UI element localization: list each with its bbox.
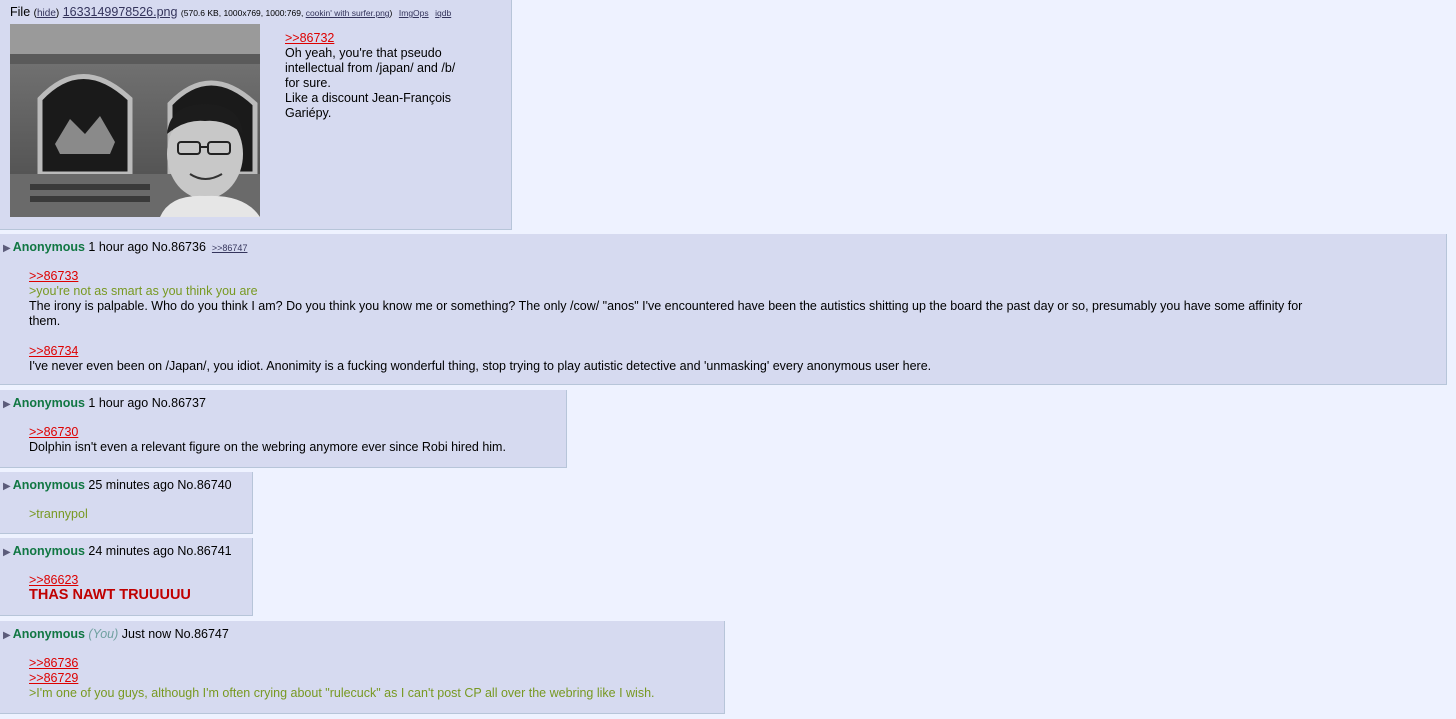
post-number[interactable]: No.86740 bbox=[177, 478, 231, 492]
text-line: Dolphin isn't even a relevant figure on … bbox=[29, 440, 506, 454]
quote-link[interactable]: >>86733 bbox=[29, 269, 1302, 284]
reply-post: ▶ Anonymous 24 minutes ago No.86741 >>866… bbox=[0, 538, 253, 616]
file-meta: (570.6 KB, 1000x769, 1000:769, bbox=[180, 8, 304, 18]
post-menu-arrow-icon[interactable]: ▶ bbox=[3, 547, 11, 558]
greentext-line: >I'm one of you guys, although I'm often… bbox=[29, 686, 655, 700]
post-header: ▶ Anonymous 1 hour ago No.86737 bbox=[3, 396, 206, 410]
post-header: ▶ Anonymous (You) Just now No.86747 bbox=[3, 627, 229, 641]
post-number[interactable]: No.86747 bbox=[175, 627, 229, 641]
greentext-line: >you're not as smart as you think you ar… bbox=[29, 284, 258, 298]
poster-name: Anonymous bbox=[12, 396, 85, 410]
text-line: them. bbox=[29, 314, 61, 328]
quote-link[interactable]: >>86734 bbox=[29, 344, 1302, 359]
text-line: Like a discount Jean-François bbox=[285, 91, 452, 105]
post-body: >>86733 >you're not as smart as you think… bbox=[29, 269, 1302, 374]
file-thumbnail[interactable] bbox=[10, 24, 260, 217]
hide-file-link[interactable]: hide bbox=[37, 8, 56, 19]
reply-post: ▶ Anonymous 1 hour ago No.86736 >>86747 >>… bbox=[0, 234, 1447, 385]
post-body: >>86730 Dolphin isn't even a relevant fig… bbox=[29, 425, 506, 455]
poster-name: Anonymous bbox=[12, 544, 85, 558]
post-header: ▶ Anonymous 25 minutes ago No.86740 bbox=[3, 478, 232, 492]
quote-link[interactable]: >>86729 bbox=[29, 671, 655, 686]
text-line: for sure. bbox=[285, 76, 331, 90]
original-filename-link[interactable]: cookin' with surfer.png bbox=[306, 8, 390, 18]
you-marker: (You) bbox=[88, 627, 119, 641]
post-menu-arrow-icon[interactable]: ▶ bbox=[3, 399, 11, 410]
quote-link[interactable]: >>86736 bbox=[29, 656, 655, 671]
quote-link[interactable]: >>86730 bbox=[29, 425, 506, 440]
thumbnail-image bbox=[10, 24, 260, 217]
poster-name: Anonymous bbox=[12, 627, 85, 641]
post-time: 24 minutes ago bbox=[88, 544, 174, 558]
quote-link[interactable]: >>86623 bbox=[29, 573, 191, 588]
reply-post: ▶ Anonymous 1 hour ago No.86737 >>86730 Do… bbox=[0, 390, 567, 468]
post-time: Just now bbox=[121, 627, 172, 641]
file-label: File bbox=[10, 5, 31, 19]
post-body: >trannypol bbox=[29, 507, 88, 522]
post-menu-arrow-icon[interactable]: ▶ bbox=[3, 630, 11, 641]
post-body: >>86732 Oh yeah, you're that pseudo intell… bbox=[285, 31, 455, 121]
poster-name: Anonymous bbox=[12, 240, 85, 254]
post-header: ▶ Anonymous 24 minutes ago No.86741 bbox=[3, 544, 232, 558]
iqdb-link[interactable]: iqdb bbox=[435, 8, 451, 18]
reply-post: ▶ Anonymous (You) Just now No.86747 >>867… bbox=[0, 621, 725, 714]
text-line: Gariépy. bbox=[285, 106, 332, 120]
post-op: File (hide) 1633149978526.png (570.6 KB,… bbox=[0, 0, 512, 230]
reply-post: ▶ Anonymous 25 minutes ago No.86740 >tran… bbox=[0, 472, 253, 534]
post-body: >>86623 THAS NAWT TRUUUUU bbox=[29, 573, 191, 603]
file-info: File (hide) 1633149978526.png (570.6 KB,… bbox=[10, 5, 452, 19]
post-number[interactable]: No.86737 bbox=[152, 396, 206, 410]
post-time: 25 minutes ago bbox=[88, 478, 174, 492]
text-line: Oh yeah, you're that pseudo bbox=[285, 46, 442, 60]
red-text-line: THAS NAWT TRUUUUU bbox=[29, 587, 191, 603]
text-line: The irony is palpable. Who do you think … bbox=[29, 299, 1303, 313]
post-time: 1 hour ago bbox=[88, 240, 149, 254]
backlink[interactable]: >>86747 bbox=[212, 243, 248, 253]
line-break bbox=[29, 329, 1302, 344]
text-line: intellectual from /japan/ and /b/ bbox=[285, 61, 456, 75]
post-body: >>86736 >>86729 >I'm one of you guys, alth… bbox=[29, 656, 655, 701]
greentext-line: >trannypol bbox=[29, 507, 88, 521]
post-header: ▶ Anonymous 1 hour ago No.86736 >>86747 bbox=[3, 240, 247, 254]
file-name-link[interactable]: 1633149978526.png bbox=[63, 5, 178, 19]
text-line: I've never even been on /Japan/, you idi… bbox=[29, 359, 932, 373]
quote-link[interactable]: >>86732 bbox=[285, 31, 455, 46]
post-number[interactable]: No.86736 bbox=[152, 240, 206, 254]
post-number[interactable]: No.86741 bbox=[177, 544, 231, 558]
imgops-link[interactable]: ImgOps bbox=[399, 8, 429, 18]
post-menu-arrow-icon[interactable]: ▶ bbox=[3, 243, 11, 254]
post-time: 1 hour ago bbox=[88, 396, 149, 410]
post-menu-arrow-icon[interactable]: ▶ bbox=[3, 481, 11, 492]
poster-name: Anonymous bbox=[12, 478, 85, 492]
